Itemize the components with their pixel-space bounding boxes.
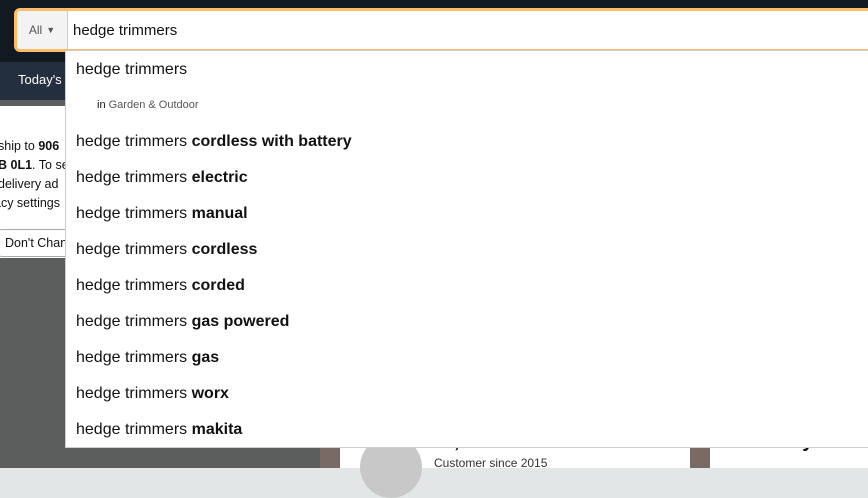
popover-line-2: B 0L1. To se <box>0 158 69 172</box>
suggestion-item[interactable]: hedge trimmers corded <box>76 277 245 295</box>
suggestion-item[interactable]: hedge trimmers gas powered <box>76 313 289 331</box>
search-bar: All ▼ <box>14 8 868 52</box>
nav-item-todays-deals[interactable]: Today's <box>18 72 62 87</box>
category-label: All <box>28 23 43 37</box>
suggestion-item[interactable]: hedge trimmers makita <box>76 421 242 439</box>
suggestion-item[interactable]: hedge trimmers cordless <box>76 241 257 259</box>
suggestion-item[interactable]: hedge trimmers electric <box>76 169 248 187</box>
popover-line-4: acy settings <box>0 196 61 210</box>
suggestion-item[interactable]: hedge trimmers worx <box>76 385 229 403</box>
suggestion-item[interactable]: hedge trimmers manual <box>76 205 248 223</box>
popover-line-3: delivery ad <box>0 177 59 191</box>
suggestion-department[interactable]: in Garden & Outdoor <box>97 99 199 111</box>
category-dropdown[interactable]: All ▼ <box>17 11 68 49</box>
popover-line-1: ship to 906 <box>0 139 60 153</box>
department-label: Garden & Outdoor <box>108 99 199 111</box>
department-in-label: in <box>97 99 106 111</box>
suggestion-item[interactable]: hedge trimmers cordless with battery <box>76 133 352 151</box>
suggestion-item[interactable]: hedge trimmers gas <box>76 349 219 367</box>
search-input[interactable] <box>73 11 833 49</box>
search-suggestions-dropdown: hedge trimmers in Garden & Outdoor hedge… <box>65 50 868 448</box>
suggestion-top[interactable]: hedge trimmers <box>76 61 187 79</box>
chevron-down-icon: ▼ <box>46 25 56 35</box>
